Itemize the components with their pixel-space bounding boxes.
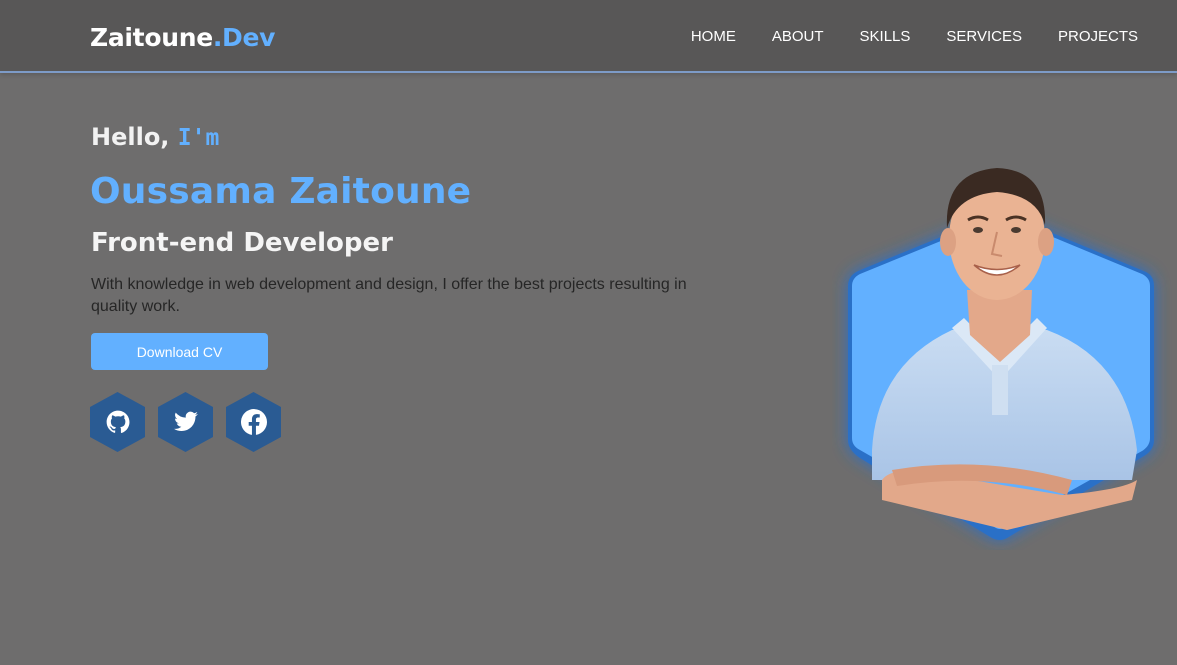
- nav-menu: HOME ABOUT SKILLS SERVICES PROJECTS: [691, 28, 1138, 45]
- site-logo[interactable]: Zaitoune.Dev: [90, 23, 275, 52]
- facebook-link[interactable]: [226, 392, 281, 452]
- twitter-link[interactable]: [158, 392, 213, 452]
- nav-link-projects[interactable]: PROJECTS: [1058, 28, 1138, 45]
- hero-description: With knowledge in web development and de…: [91, 276, 687, 315]
- nav-link-home[interactable]: HOME: [691, 28, 736, 45]
- github-link[interactable]: [90, 392, 145, 452]
- navbar: Zaitoune.Dev HOME ABOUT SKILLS SERVICES …: [0, 0, 1177, 73]
- github-icon: [106, 410, 129, 433]
- nav-link-services[interactable]: SERVICES: [946, 28, 1022, 45]
- social-links: [90, 392, 281, 452]
- download-cv-button[interactable]: Download CV: [91, 333, 268, 370]
- portrait-illustration: [848, 168, 1154, 540]
- nav-link-about[interactable]: ABOUT: [772, 28, 824, 45]
- hero-role: Front-end Developer: [91, 228, 393, 258]
- greeting-text: Hello,: [91, 123, 170, 151]
- nav-link-skills[interactable]: SKILLS: [860, 28, 911, 45]
- logo-suffix: .Dev: [212, 23, 276, 52]
- profile-portrait: [832, 150, 1172, 550]
- facebook-icon: [240, 409, 267, 435]
- greeting-accent: I'm: [177, 125, 220, 151]
- hero-name: Oussama Zaitoune: [90, 171, 472, 212]
- twitter-icon: [173, 411, 198, 431]
- logo-name: Zaitoune: [90, 23, 213, 52]
- hero-greeting: Hello, I'm: [91, 123, 219, 151]
